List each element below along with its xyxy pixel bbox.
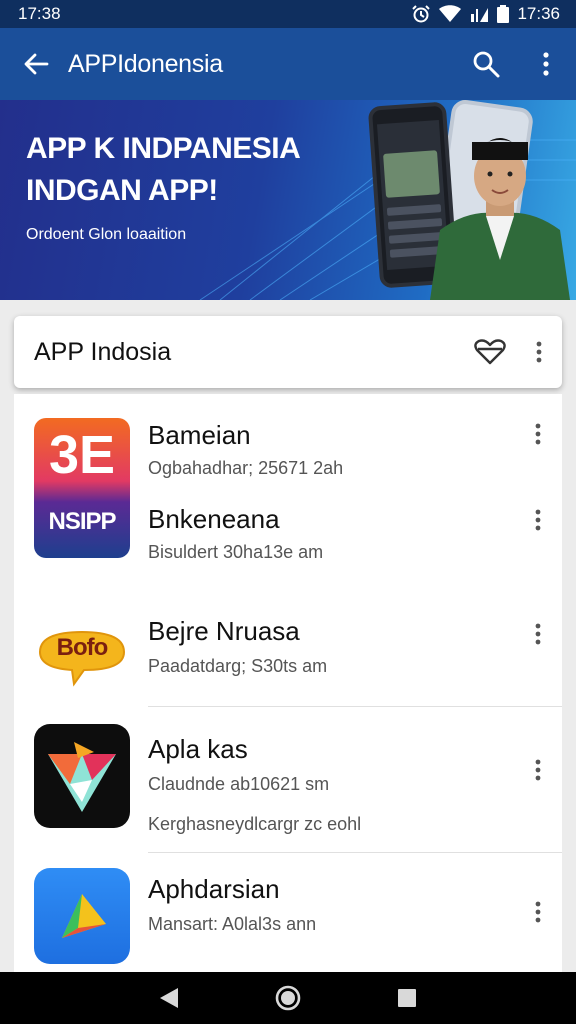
status-icons: 17:36 <box>411 4 560 24</box>
alarm-icon <box>411 4 431 24</box>
search-button[interactable] <box>456 28 516 100</box>
item-menu-button[interactable] <box>522 414 554 454</box>
favorite-button[interactable] <box>464 316 516 388</box>
list-item[interactable]: Aphdarsian Mansart: A0lal3s ann <box>14 854 562 972</box>
banner-headline: APP K INDPANESIA INDGAN APP! <box>26 128 301 212</box>
nav-recents-button[interactable] <box>387 978 427 1018</box>
more-vert-icon <box>543 52 549 76</box>
more-vert-icon <box>535 623 541 645</box>
app-icon-bofo-text: Bofo <box>56 634 109 661</box>
item-menu-button[interactable] <box>522 614 554 654</box>
app-subtitle: Claudnde ab10621 sm <box>148 774 330 794</box>
nav-back-icon <box>160 988 179 1008</box>
nav-recents-icon <box>397 989 416 1007</box>
nav-home-button[interactable] <box>268 978 308 1018</box>
app-subtitle: Paadatdarg; S30ts am <box>148 656 328 676</box>
heart-icon <box>474 339 506 365</box>
item-menu-button[interactable] <box>522 750 554 790</box>
triangle-logo-icon <box>48 742 116 812</box>
play-triangle-icon <box>62 894 106 938</box>
app-title: Apla kas <box>148 734 248 764</box>
more-vert-icon <box>536 341 542 363</box>
banner-headline-line2: INDGAN APP! <box>26 174 218 207</box>
app-title: Bameian <box>148 420 251 450</box>
search-icon <box>473 51 500 78</box>
more-vert-icon <box>535 901 541 923</box>
app-bar: APPIdonensia <box>0 28 576 100</box>
status-time: 17:38 <box>18 4 61 23</box>
battery-icon <box>497 5 510 23</box>
app-subtitle: Ogbahadhar; 25671 2ah <box>148 458 344 478</box>
app-subtitle: Mansart: A0lal3s ann <box>148 914 317 934</box>
search-bar[interactable]: APP Indosia <box>14 316 562 388</box>
list-item[interactable]: Bofo Bejre Nruasa Paadatdarg; S30ts am <box>14 590 562 707</box>
signal-icon <box>469 5 489 23</box>
status-time-right: 17:36 <box>517 4 560 23</box>
nav-back-button[interactable] <box>149 978 189 1018</box>
system-navigation-bar <box>0 972 576 1024</box>
list-item[interactable]: Bameian Ogbahadhar; 25671 2ah <box>14 394 562 478</box>
item-menu-button[interactable] <box>522 892 554 932</box>
app-list: 3E NSIPP Bameian Ogbahadhar; 25671 2ah B… <box>14 394 562 972</box>
item-divider <box>148 852 562 853</box>
search-bar-label: APP Indosia <box>34 337 172 366</box>
back-button[interactable] <box>0 28 72 100</box>
app-description: Kerghasneydlcargr zc eohl <box>148 814 362 834</box>
more-vert-icon <box>535 509 541 531</box>
arrow-back-icon <box>24 53 49 75</box>
more-vert-icon <box>535 759 541 781</box>
wifi-icon <box>439 5 462 23</box>
list-item[interactable]: Apla kas Claudnde ab10621 sm Kerghasneyd… <box>14 708 562 853</box>
app-title: Bejre Nruasa <box>148 616 300 646</box>
banner-headline-line1: APP K INDPANESIA <box>26 132 301 165</box>
item-menu-button[interactable] <box>522 500 554 540</box>
app-bar-title: APPIdonensia <box>68 49 223 78</box>
banner-person-illustration <box>430 138 570 300</box>
search-bar-menu-button[interactable] <box>516 316 562 388</box>
app-icon-triangle[interactable] <box>34 724 130 828</box>
item-divider <box>148 706 562 707</box>
banner-subtitle: Ordoent Glon loaaition <box>26 226 187 243</box>
app-title: Bnkeneana <box>148 504 280 534</box>
app-title: Aphdarsian <box>148 874 280 904</box>
list-item[interactable]: Bnkeneana Bisuldert 30ha13e am <box>14 494 562 578</box>
app-subtitle: Bisuldert 30ha13e am <box>148 542 324 562</box>
more-vert-icon <box>535 423 541 445</box>
app-icon-play[interactable] <box>34 868 130 964</box>
nav-home-icon <box>275 985 301 1011</box>
overflow-menu-button[interactable] <box>516 28 576 100</box>
status-bar: 17:38 17:36 <box>0 0 576 28</box>
app-icon-bofo[interactable]: Bofo <box>34 604 130 700</box>
